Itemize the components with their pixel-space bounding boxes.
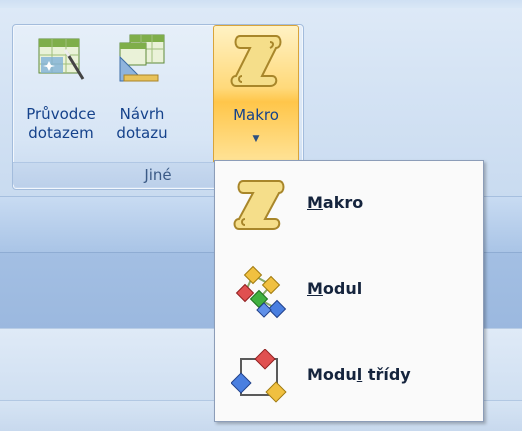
macro-scroll-icon [233, 180, 285, 230]
macro-split-button[interactable]: Makro ▼ [213, 25, 299, 165]
query-design-button[interactable]: Návrh dotazu [109, 27, 175, 161]
query-wizard-button[interactable]: Průvodce dotazem [21, 27, 101, 161]
class-module-icon [231, 349, 287, 403]
menu-item-label: Makro [307, 193, 364, 212]
query-wizard-label: Průvodce dotazem [26, 105, 96, 142]
top-strip [0, 0, 522, 8]
macro-dropdown-menu: Makro Modul Modul třídy [214, 160, 484, 422]
query-design-icon [119, 34, 165, 82]
query-design-label: Návrh dotazu [116, 105, 168, 142]
menu-item-label: Modul třídy [307, 365, 411, 384]
query-wizard-icon [38, 38, 85, 80]
menu-item-class-module[interactable]: Modul třídy [215, 333, 483, 419]
menu-item-macro[interactable]: Makro [215, 161, 483, 247]
menu-item-module[interactable]: Modul [215, 247, 483, 333]
module-icon [235, 265, 287, 319]
macro-button-label: Makro [233, 106, 279, 124]
menu-item-label: Modul [307, 279, 363, 298]
chevron-down-icon[interactable]: ▼ [214, 130, 298, 149]
macro-scroll-icon [230, 35, 282, 87]
